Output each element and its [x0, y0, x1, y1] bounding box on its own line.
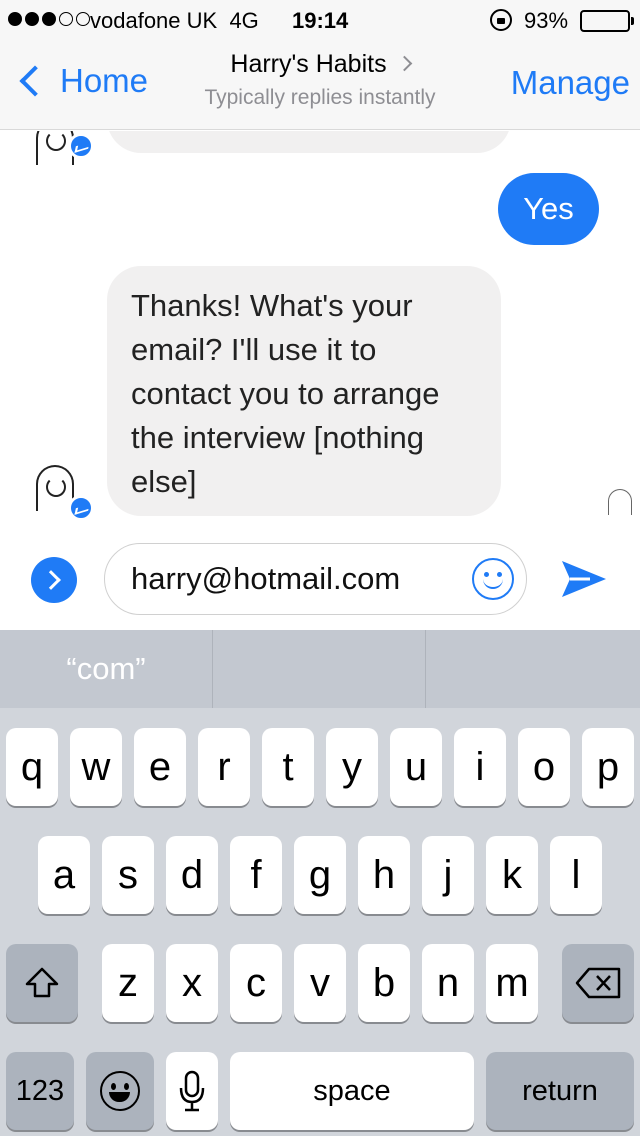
send-button[interactable] [560, 557, 608, 601]
key-p[interactable]: p [582, 728, 634, 806]
message-input[interactable]: harry@hotmail.com [104, 543, 527, 615]
network-type: 4G [229, 8, 259, 33]
signal-strength-icon [8, 12, 90, 26]
key-h[interactable]: h [358, 836, 410, 914]
navigation-bar: Home Harry's Habits Typically replies in… [0, 40, 640, 130]
key-j[interactable]: j [422, 836, 474, 914]
emoji-icon[interactable] [472, 558, 514, 600]
emoji-key[interactable] [86, 1052, 154, 1130]
battery-percentage: 93% [524, 8, 569, 33]
dictation-key[interactable] [166, 1052, 218, 1130]
message-input-value: harry@hotmail.com [131, 561, 401, 596]
key-m[interactable]: m [486, 944, 538, 1022]
key-b[interactable]: b [358, 944, 410, 1022]
key-i[interactable]: i [454, 728, 506, 806]
predictive-text-bar: “com” [0, 630, 640, 708]
battery-icon [580, 10, 634, 32]
key-a[interactable]: a [38, 836, 90, 914]
key-v[interactable]: v [294, 944, 346, 1022]
key-k[interactable]: k [486, 836, 538, 914]
seen-indicator-avatar [608, 489, 632, 515]
key-d[interactable]: d [166, 836, 218, 914]
key-s[interactable]: s [102, 836, 154, 914]
user-message-bubble: Yes [498, 173, 599, 245]
carrier-label: vodafone UK 4G [90, 8, 259, 33]
suggestion-2[interactable] [213, 630, 426, 708]
key-r[interactable]: r [198, 728, 250, 806]
status-time: 19:14 [292, 8, 349, 33]
key-e[interactable]: e [134, 728, 186, 806]
chevron-right-icon [396, 55, 412, 72]
microphone-icon [178, 1069, 206, 1113]
backspace-key[interactable] [562, 944, 634, 1022]
suggestion-1[interactable]: “com” [0, 630, 213, 708]
page-title: Harry's Habits [230, 50, 387, 78]
key-z[interactable]: z [102, 944, 154, 1022]
shift-icon [22, 963, 62, 1003]
key-c[interactable]: c [230, 944, 282, 1022]
keyboard: “com” qwertyuiop asdfghjkl zxcvbnm 123 spa… [0, 630, 640, 1136]
key-x[interactable]: x [166, 944, 218, 1022]
key-y[interactable]: y [326, 728, 378, 806]
bot-message-bubble: Thanks! What's your email? I'll use it t… [107, 266, 501, 516]
backspace-icon [573, 965, 623, 1001]
send-icon [562, 561, 606, 597]
messenger-badge-icon [68, 495, 94, 521]
key-l[interactable]: l [550, 836, 602, 914]
key-g[interactable]: g [294, 836, 346, 914]
emoji-keyboard-icon [100, 1071, 140, 1111]
numbers-key[interactable]: 123 [6, 1052, 74, 1130]
key-o[interactable]: o [518, 728, 570, 806]
status-bar: vodafone UK 4G 19:14 93% [0, 0, 640, 40]
key-u[interactable]: u [390, 728, 442, 806]
key-n[interactable]: n [422, 944, 474, 1022]
orientation-lock-icon [490, 9, 512, 31]
user-message-text: Yes [523, 191, 574, 226]
space-key[interactable]: space [230, 1052, 474, 1130]
key-t[interactable]: t [262, 728, 314, 806]
return-key[interactable]: return [486, 1052, 634, 1130]
key-f[interactable]: f [230, 836, 282, 914]
previous-message-bubble [107, 131, 511, 153]
expand-actions-button[interactable] [31, 557, 77, 603]
bot-message-text: Thanks! What's your email? I'll use it t… [131, 288, 440, 499]
messenger-badge-icon [68, 133, 94, 159]
manage-button[interactable]: Manage [511, 64, 630, 102]
shift-key[interactable] [6, 944, 78, 1022]
suggestion-3[interactable] [426, 630, 639, 708]
message-composer: harry@hotmail.com [0, 531, 640, 630]
key-w[interactable]: w [70, 728, 122, 806]
key-q[interactable]: q [6, 728, 58, 806]
message-list[interactable]: Yes Thanks! What's your email? I'll use … [0, 131, 640, 531]
